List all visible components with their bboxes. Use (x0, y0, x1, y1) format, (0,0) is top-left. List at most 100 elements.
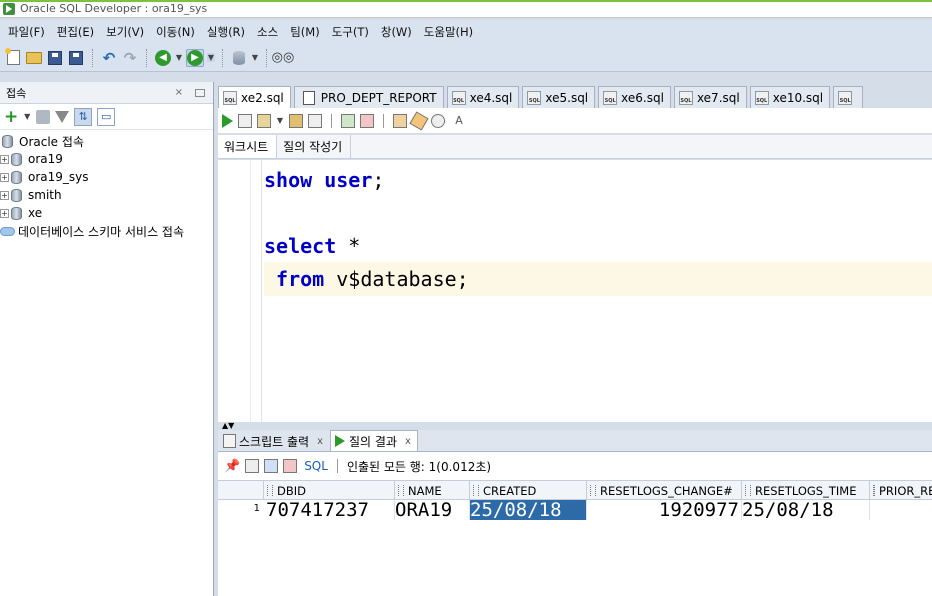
menu-file[interactable]: 파일(F) (2, 24, 51, 40)
tab-xe10[interactable]: SQL xe10.sql (749, 86, 831, 108)
column-header-created[interactable]: CREATED (470, 481, 587, 500)
sql-file-icon: SQL (754, 90, 769, 105)
expand-icon[interactable]: + (0, 154, 9, 164)
filter-icon[interactable] (55, 110, 70, 123)
column-header-name[interactable]: NAME (395, 481, 470, 500)
refresh-icon[interactable] (264, 459, 279, 473)
cell-resetlogs-change[interactable]: 1920977 (587, 500, 742, 520)
menu-run[interactable]: 실행(R) (201, 24, 251, 40)
tab-label: PRO_DEPT_REPORT (320, 90, 437, 105)
commit-icon[interactable] (341, 113, 355, 128)
cloud-icon (0, 226, 15, 236)
cell-prior-resetlogs-change[interactable] (870, 500, 932, 520)
database-icon (11, 188, 22, 202)
tab-worksheet[interactable]: 워크시트 (218, 135, 278, 158)
undo-icon[interactable]: ↶ (100, 49, 118, 67)
tree-item-label: ora19 (28, 152, 63, 166)
back-dropdown-icon[interactable]: ▼ (175, 53, 183, 62)
menu-navigate[interactable]: 이동(N) (150, 24, 201, 40)
tab-xe2[interactable]: SQL xe2.sql (218, 86, 291, 108)
tab-overflow[interactable]: SQL (833, 86, 864, 108)
format-icon[interactable]: A (450, 112, 468, 130)
autotrace-dropdown-icon[interactable]: ▼ (276, 116, 284, 125)
redo-icon[interactable]: ↷ (121, 49, 139, 67)
menu-view[interactable]: 보기(V) (100, 24, 150, 40)
rollback-icon[interactable] (360, 113, 374, 128)
expand-icon[interactable]: + (0, 172, 9, 182)
tab-xe7[interactable]: SQL xe7.sql (673, 86, 747, 108)
cell-created[interactable]: 25/08/18 (470, 500, 587, 520)
menu-source[interactable]: 소스 (251, 24, 284, 40)
autotrace-icon[interactable] (257, 113, 271, 128)
open-button[interactable] (25, 49, 43, 67)
title-accent-strip (0, 0, 932, 2)
sql-tuning-icon[interactable] (308, 113, 322, 128)
run-statement-icon[interactable] (222, 113, 233, 128)
tab-xe6[interactable]: SQL xe6.sql (598, 86, 671, 108)
tab-xe5[interactable]: SQL xe5.sql (522, 86, 596, 108)
run-script-icon[interactable] (238, 113, 252, 128)
delete-icon[interactable] (283, 459, 298, 473)
database-sql-icon (233, 50, 245, 65)
refresh-icon[interactable] (36, 109, 51, 124)
column-label: RESETLOGS_CHANGE# (600, 483, 733, 498)
back-button[interactable]: ◀ (154, 49, 172, 67)
menu-window[interactable]: 창(W) (375, 24, 418, 40)
save-all-button[interactable] (67, 49, 85, 67)
tree-item-smith[interactable]: + smith (0, 186, 213, 204)
column-header-prior-resetlogs-change[interactable]: PRIOR_RESETLOGS_CHANGE# (870, 481, 932, 500)
results-toolbar: 📌 SQL 인출된 모든 행: 1(0.012초) (218, 452, 932, 480)
expand-icon[interactable]: + (0, 208, 9, 218)
add-dropdown-icon[interactable]: ▼ (23, 112, 31, 121)
tree-item-ora19[interactable]: + ora19 (0, 150, 213, 168)
column-label: PRIOR_RESETLOGS_CHANGE# (879, 483, 932, 498)
collapse-icon[interactable]: ▭ (97, 107, 116, 126)
unshared-sql-icon[interactable] (393, 113, 407, 128)
explain-plan-icon[interactable] (289, 113, 303, 128)
close-icon[interactable]: × (175, 87, 183, 98)
close-icon[interactable]: x (405, 436, 411, 447)
menu-tools[interactable]: 도구(T) (326, 24, 375, 40)
history-icon[interactable] (431, 113, 445, 128)
close-icon[interactable]: x (317, 436, 323, 447)
forward-button[interactable]: ▶ (186, 48, 204, 67)
sql-editor[interactable]: show user; select * from v$database; (218, 160, 932, 422)
pin-icon[interactable]: 📌 (224, 459, 240, 474)
tree-item-cloud[interactable]: 데이터베이스 스키마 서비스 접속 (0, 222, 213, 240)
forward-dropdown-icon[interactable]: ▼ (207, 53, 215, 62)
minimize-icon[interactable] (195, 88, 205, 97)
tree-item-ora19-sys[interactable]: + ora19_sys (0, 168, 213, 186)
panel-splitter[interactable]: ▲▼ (218, 422, 932, 430)
new-button[interactable] (4, 48, 22, 67)
code-line-2: select * (264, 234, 360, 258)
tree-item-xe[interactable]: + xe (0, 204, 213, 222)
save-button[interactable] (46, 49, 64, 67)
sql-button[interactable]: SQL (304, 459, 328, 473)
database-icon (11, 170, 22, 184)
forward-arrow-icon: ▶ (187, 49, 203, 66)
eraser-icon[interactable] (409, 110, 429, 131)
cell-name[interactable]: ORA19 (395, 500, 470, 520)
expand-icon[interactable]: + (0, 190, 9, 200)
binoculars-icon[interactable]: ◎◎ (272, 49, 295, 67)
menu-edit[interactable]: 편집(E) (51, 24, 100, 40)
sql-button[interactable] (230, 49, 248, 67)
column-header-resetlogs-change[interactable]: RESETLOGS_CHANGE# (587, 481, 742, 500)
cell-dbid[interactable]: 707417237 (264, 500, 395, 520)
column-header-dbid[interactable]: DBID (264, 481, 395, 500)
menu-help[interactable]: 도움말(H) (418, 24, 479, 40)
tab-xe4[interactable]: SQL xe4.sql (446, 86, 520, 108)
cell-resetlogs-time[interactable]: 25/08/18 (742, 500, 870, 520)
tab-script-output[interactable]: 스크립트 출력 x (218, 430, 330, 451)
print-icon[interactable] (245, 459, 260, 473)
menu-team[interactable]: 팀(M) (284, 24, 325, 40)
tab-pro-dept-report[interactable]: PRO_DEPT_REPORT (293, 86, 444, 108)
tab-query-result[interactable]: 질의 결과 x (329, 430, 418, 451)
tree-root-oracle[interactable]: Oracle 접속 (0, 132, 213, 150)
column-header-resetlogs-time[interactable]: RESETLOGS_TIME (742, 481, 870, 500)
sql-dropdown-icon[interactable]: ▼ (251, 53, 259, 62)
add-connection-icon[interactable]: + (4, 107, 18, 127)
tab-query-builder[interactable]: 질의 작성기 (277, 135, 352, 158)
tree-item-label: ora19_sys (28, 170, 89, 184)
schema-browser-icon[interactable]: ⇅ (74, 107, 93, 126)
